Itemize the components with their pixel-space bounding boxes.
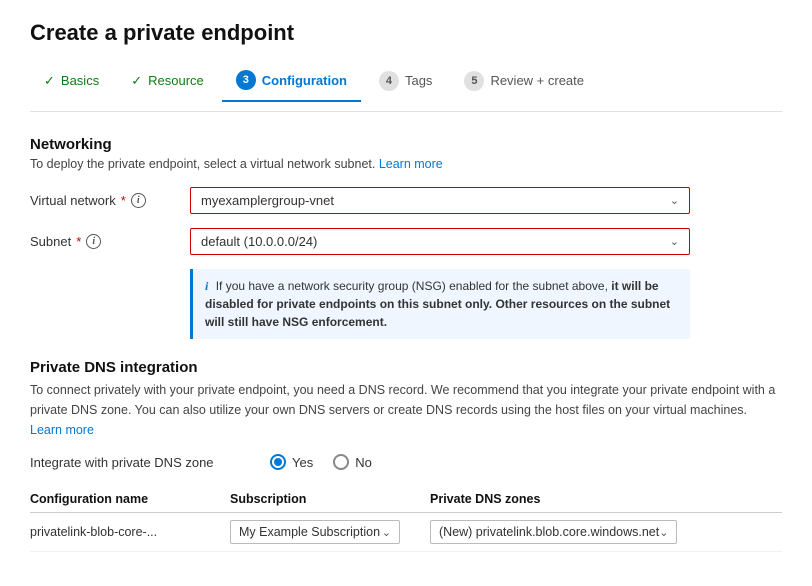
dns-no-label: No	[355, 455, 372, 470]
step-review[interactable]: 5 Review + create	[450, 65, 598, 101]
step-review-label: Review + create	[490, 73, 584, 88]
dns-description: To connect privately with your private e…	[30, 380, 782, 440]
required-star: *	[121, 193, 126, 208]
wizard-steps: ✓ Basics ✓ Resource 3 Configuration 4 Ta…	[30, 64, 782, 112]
dns-subscription-dropdown[interactable]: My Example Subscription ⌄	[230, 520, 400, 544]
chevron-down-icon-4: ⌄	[659, 526, 668, 539]
dns-zone-cell: (New) privatelink.blob.core.windows.net …	[430, 513, 782, 552]
step-review-num: 5	[464, 71, 484, 91]
dns-learn-more[interactable]: Learn more	[30, 423, 94, 437]
subnet-row: Subnet * i default (10.0.0.0/24) ⌄	[30, 228, 782, 255]
step-tags[interactable]: 4 Tags	[365, 65, 446, 101]
step-configuration[interactable]: 3 Configuration	[222, 64, 361, 102]
dns-yes-label: Yes	[292, 455, 313, 470]
networking-learn-more[interactable]: Learn more	[379, 157, 443, 171]
dns-config-name: privatelink-blob-core-...	[30, 513, 230, 552]
step-resource-label: Resource	[148, 73, 204, 88]
subnet-dropdown[interactable]: default (10.0.0.0/24) ⌄	[190, 228, 690, 255]
step-configuration-num: 3	[236, 70, 256, 90]
virtual-network-value: myexamplergroup-vnet	[201, 193, 334, 208]
col-header-subscription: Subscription	[230, 486, 430, 513]
dns-yes-radio[interactable]	[270, 454, 286, 470]
networking-title: Networking	[30, 136, 782, 153]
virtual-network-label: Virtual network * i	[30, 193, 190, 208]
step-basics-label: Basics	[61, 73, 99, 88]
dns-subscription-cell: My Example Subscription ⌄	[230, 513, 430, 552]
col-header-name: Configuration name	[30, 486, 230, 513]
chevron-down-icon-3: ⌄	[382, 526, 391, 539]
step-basics[interactable]: ✓ Basics	[30, 67, 113, 99]
info-circle-icon: i	[205, 279, 208, 293]
dns-no-radio[interactable]	[333, 454, 349, 470]
integrate-dns-row: Integrate with private DNS zone Yes No	[30, 454, 782, 470]
subnet-label: Subnet * i	[30, 234, 190, 249]
dns-subscription-value: My Example Subscription	[239, 525, 380, 539]
step-tags-label: Tags	[405, 73, 432, 88]
chevron-down-icon: ⌄	[670, 194, 679, 207]
dns-table: Configuration name Subscription Private …	[30, 486, 782, 552]
step-resource[interactable]: ✓ Resource	[117, 67, 218, 99]
networking-desc-text: To deploy the private endpoint, select a…	[30, 157, 375, 171]
step-tags-num: 4	[379, 71, 399, 91]
dns-no-option[interactable]: No	[333, 454, 372, 470]
virtual-network-row: Virtual network * i myexamplergroup-vnet…	[30, 187, 782, 214]
col-header-dns-zones: Private DNS zones	[430, 486, 782, 513]
subnet-value: default (10.0.0.0/24)	[201, 234, 317, 249]
chevron-down-icon-2: ⌄	[670, 235, 679, 248]
step-configuration-label: Configuration	[262, 73, 347, 88]
integrate-dns-label: Integrate with private DNS zone	[30, 455, 250, 470]
virtual-network-dropdown[interactable]: myexamplergroup-vnet ⌄	[190, 187, 690, 214]
virtual-network-info-icon[interactable]: i	[131, 193, 146, 208]
dns-desc-text: To connect privately with your private e…	[30, 383, 775, 417]
dns-zone-dropdown[interactable]: (New) privatelink.blob.core.windows.net …	[430, 520, 677, 544]
networking-description: To deploy the private endpoint, select a…	[30, 157, 782, 171]
dns-section: Private DNS integration To connect priva…	[30, 359, 782, 552]
page-title: Create a private endpoint	[30, 20, 782, 46]
nsg-info-box: i If you have a network security group (…	[190, 269, 690, 339]
dns-yes-option[interactable]: Yes	[270, 454, 313, 470]
required-star-2: *	[76, 234, 81, 249]
check-icon: ✓	[44, 73, 55, 89]
dns-zone-value: (New) privatelink.blob.core.windows.net	[439, 525, 659, 539]
table-row: privatelink-blob-core-... My Example Sub…	[30, 513, 782, 552]
nsg-info-text: If you have a network security group (NS…	[205, 279, 670, 329]
check-icon-2: ✓	[131, 73, 142, 89]
dns-section-title: Private DNS integration	[30, 359, 782, 376]
subnet-info-icon[interactable]: i	[86, 234, 101, 249]
